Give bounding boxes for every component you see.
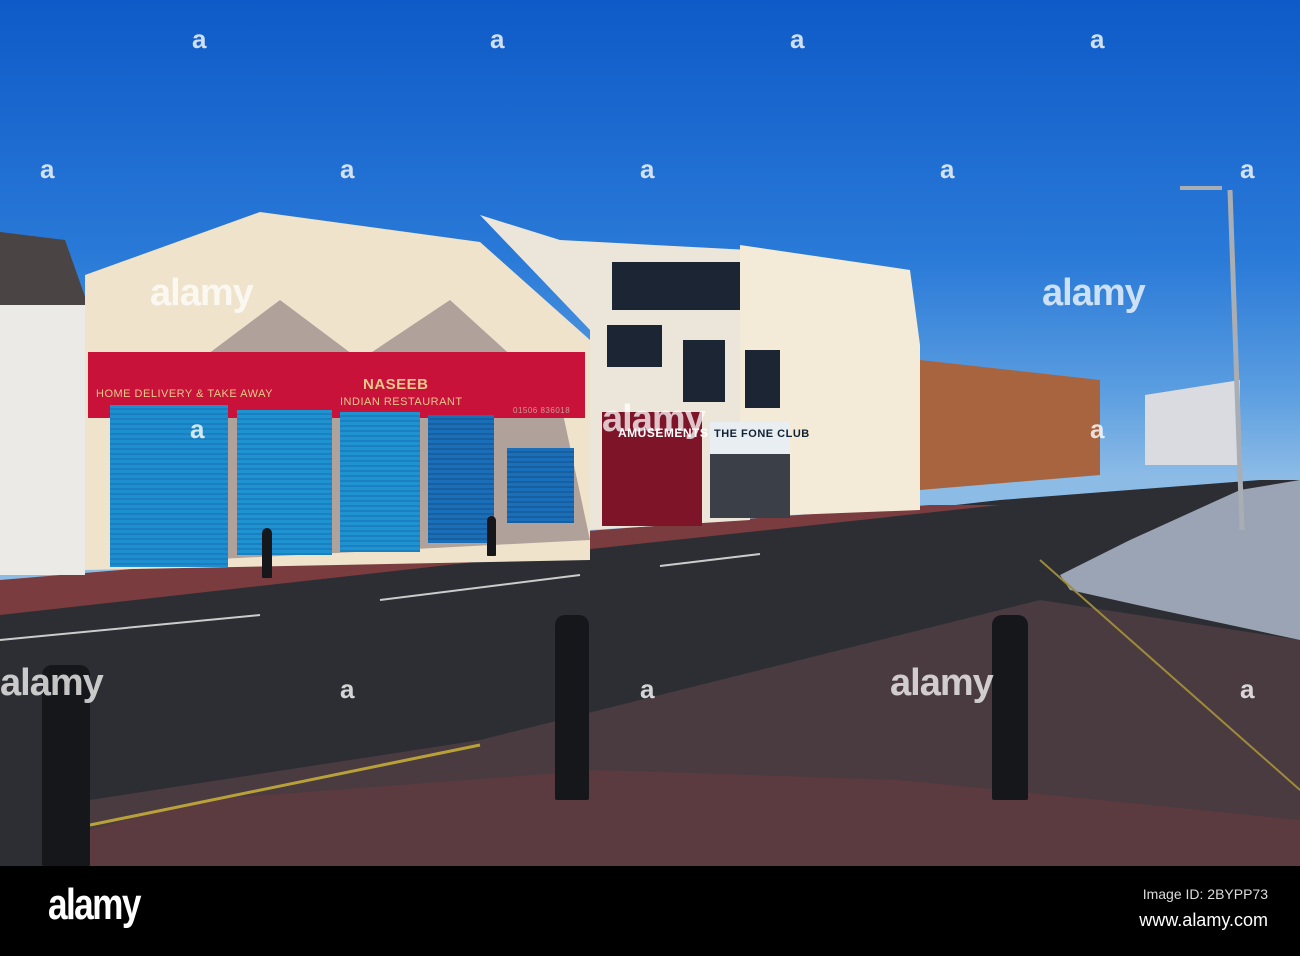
watermark: alamy xyxy=(0,662,104,704)
watermark-letter: a xyxy=(190,414,205,444)
watermark-letter: a xyxy=(1240,154,1255,184)
far-buildings xyxy=(920,360,1100,490)
street-photo: HOME DELIVERY & TAKE AWAY NASEEB INDIAN … xyxy=(0,0,1300,866)
lamp-post xyxy=(1227,189,1245,531)
watermark-letter: a xyxy=(340,154,355,184)
watermark-letter: a xyxy=(340,674,355,704)
office-block xyxy=(1145,380,1240,465)
watermark-letter: a xyxy=(640,674,655,704)
left-house xyxy=(0,300,85,575)
watermark: alamy xyxy=(1042,272,1146,314)
watermark-letter: a xyxy=(940,154,955,184)
window xyxy=(683,340,725,402)
window xyxy=(612,262,740,310)
shutter xyxy=(428,415,494,543)
fone-club-sign: THE FONE CLUB xyxy=(714,428,810,440)
bollard xyxy=(487,516,496,556)
restaurant-name: NASEEB xyxy=(363,376,429,393)
image-id: Image ID: 2BYPP73 xyxy=(1142,886,1268,902)
watermark-letter: a xyxy=(192,24,207,54)
bollard xyxy=(992,615,1028,800)
shutter xyxy=(110,405,228,567)
footer-bar: alamy Image ID: 2BYPP73 www.alamy.com xyxy=(0,866,1300,956)
site-url: www.alamy.com xyxy=(1139,910,1268,930)
watermark-letter: a xyxy=(1090,414,1105,444)
bollard xyxy=(262,528,272,578)
window xyxy=(745,350,780,408)
shutter xyxy=(237,410,332,555)
watermark-letter: a xyxy=(790,24,805,54)
watermark-letter: a xyxy=(40,154,55,184)
watermark: alamy xyxy=(150,272,254,314)
alamy-logo: alamy xyxy=(48,880,141,929)
restaurant-tagline: HOME DELIVERY & TAKE AWAY xyxy=(96,388,273,400)
fone-club-shop: THE FONE CLUB xyxy=(710,422,809,518)
watermark: alamy xyxy=(890,662,994,704)
watermark-letter: a xyxy=(640,154,655,184)
shutter xyxy=(340,412,420,552)
watermark: alamy xyxy=(602,398,706,440)
bollard xyxy=(555,615,589,800)
watermark-letter: a xyxy=(1240,674,1255,704)
restaurant-phone: 01506 836018 xyxy=(513,406,571,415)
shutter xyxy=(507,448,574,523)
watermark-letter: a xyxy=(1090,24,1105,54)
watermark-letter: a xyxy=(490,24,505,54)
restaurant-subtitle: INDIAN RESTAURANT xyxy=(340,396,463,408)
left-roof xyxy=(0,232,88,305)
window xyxy=(607,325,662,367)
